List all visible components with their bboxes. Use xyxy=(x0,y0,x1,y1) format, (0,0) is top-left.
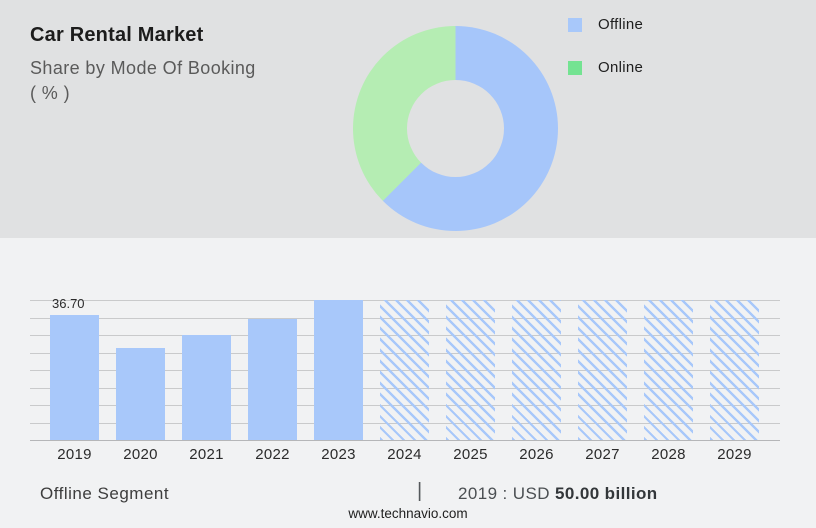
segment-label: Offline Segment xyxy=(40,484,170,503)
x-axis-label-2022: 2022 xyxy=(255,446,290,463)
chart-legend: Offline Online xyxy=(568,16,644,103)
bar-2020 xyxy=(116,348,165,440)
page-subtitle-unit: ( % ) xyxy=(30,83,70,103)
offline-swatch-icon xyxy=(568,17,582,32)
donut-hole xyxy=(407,80,504,177)
x-axis-label-2024: 2024 xyxy=(387,446,422,463)
kpi-prefix: 2019 : USD xyxy=(458,484,550,503)
legend-label: Offline xyxy=(598,16,644,33)
bar-2021 xyxy=(182,335,231,440)
header-section: Car Rental Market Share by Mode Of Booki… xyxy=(0,0,816,238)
kpi-bold-value: 50.00 billion xyxy=(555,484,658,503)
bar-forecast-2026 xyxy=(512,300,561,440)
bar-2023 xyxy=(314,300,363,440)
x-axis-label-2025: 2025 xyxy=(453,446,488,463)
infographic-root: Car Rental Market Share by Mode Of Booki… xyxy=(0,0,816,528)
bar-2022 xyxy=(248,319,297,440)
x-axis-label-2019: 2019 xyxy=(57,446,92,463)
x-axis-label-2026: 2026 xyxy=(519,446,554,463)
x-axis-label-2027: 2027 xyxy=(585,446,620,463)
x-axis-label-2023: 2023 xyxy=(321,446,356,463)
legend-item-online: Online xyxy=(568,59,644,76)
bar-forecast-2028 xyxy=(644,300,693,440)
online-swatch-icon xyxy=(568,60,582,75)
bar-value-label: 36.70 xyxy=(52,296,85,311)
page-title: Car Rental Market xyxy=(30,24,204,46)
legend-item-offline: Offline xyxy=(568,16,644,33)
x-axis-label-2029: 2029 xyxy=(717,446,752,463)
bar-forecast-2027 xyxy=(578,300,627,440)
bar-2019 xyxy=(50,315,99,440)
gridline xyxy=(30,440,780,441)
bar-forecast-2029 xyxy=(710,300,759,440)
separator-bar: | xyxy=(417,480,423,502)
page-subtitle: Share by Mode Of Booking xyxy=(30,58,256,78)
bar-forecast-2024 xyxy=(380,300,429,440)
kpi-value: 2019 : USD 50.00 billion xyxy=(458,484,658,504)
x-axis-label-2021: 2021 xyxy=(189,446,224,463)
bar-forecast-2025 xyxy=(446,300,495,440)
x-axis-label-2020: 2020 xyxy=(123,446,158,463)
x-axis: 2019 2020 2021 2022 2023 2024 2025 2026 2027 2028… xyxy=(30,446,780,468)
bar-chart-section: 36.70 2019 2020 2021 2022 2023 2024 2025 2026 20… xyxy=(0,238,816,528)
donut-chart xyxy=(353,26,558,231)
title-block: Car Rental Market Share by Mode Of Booki… xyxy=(30,24,330,106)
legend-label: Online xyxy=(598,59,644,76)
x-axis-label-2028: 2028 xyxy=(651,446,686,463)
bar-chart-plot: 36.70 xyxy=(30,296,780,441)
website-url: www.technavio.com xyxy=(348,506,468,521)
